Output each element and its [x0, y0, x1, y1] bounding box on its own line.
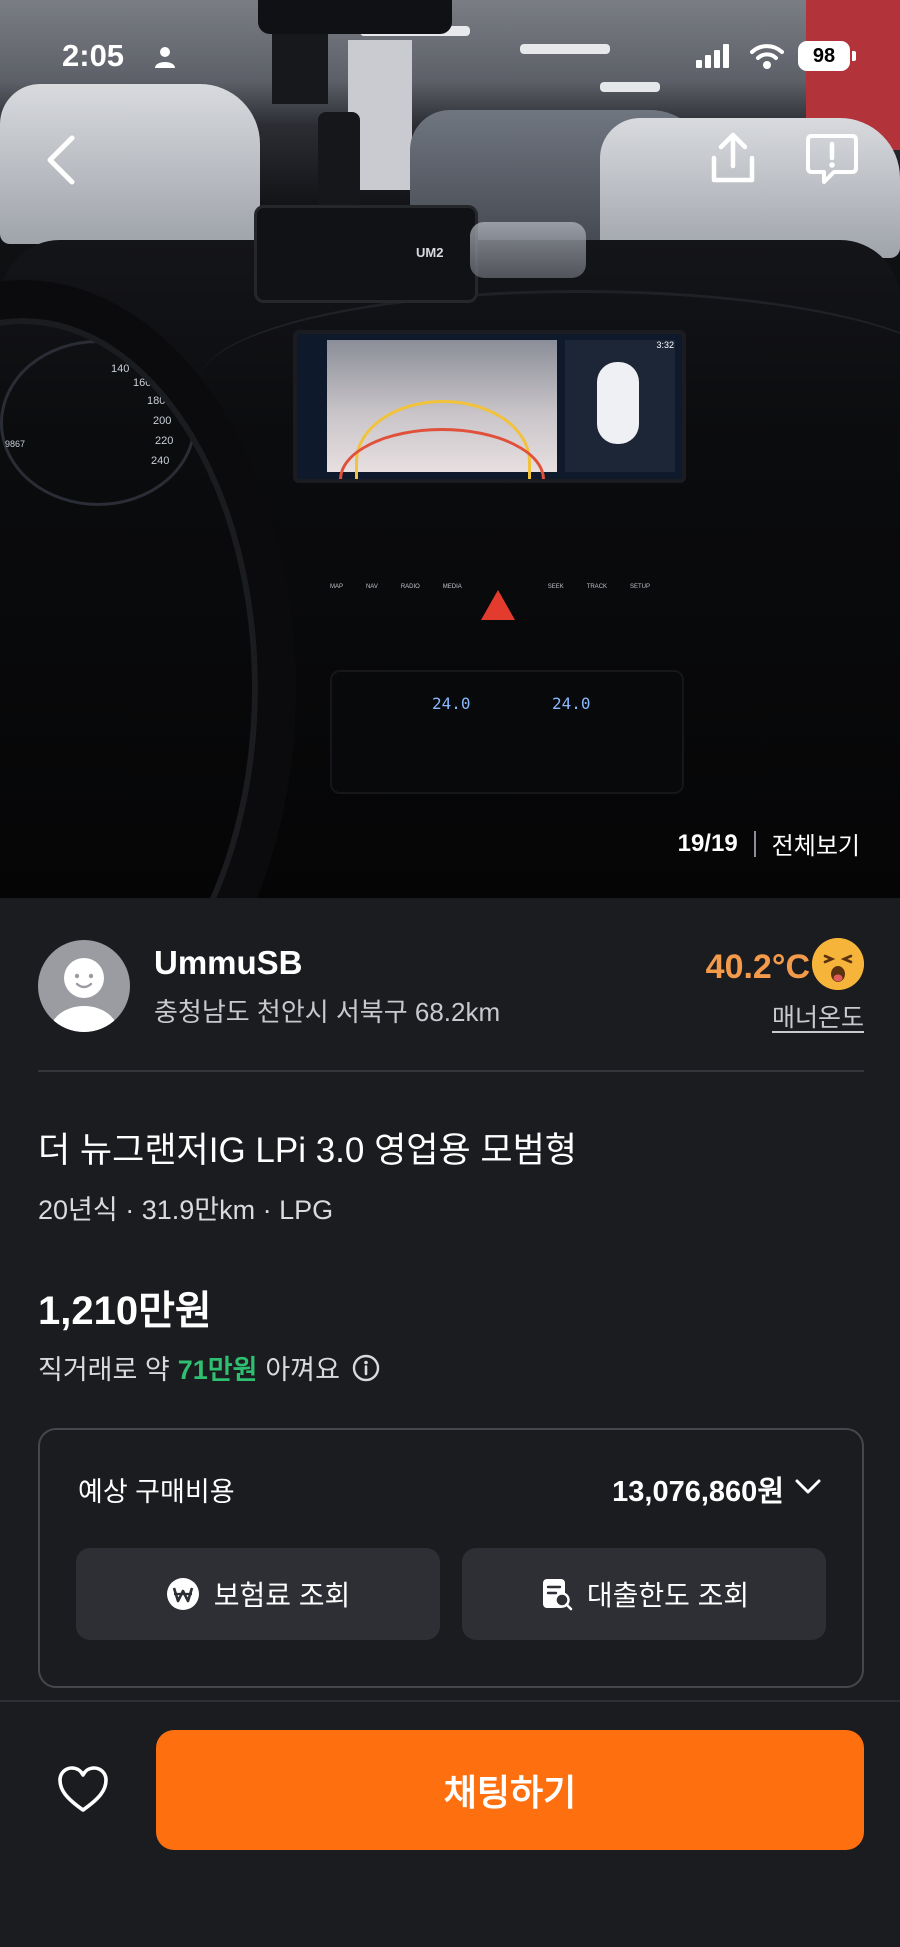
car-top-view	[597, 362, 639, 444]
report-icon[interactable]	[804, 130, 860, 186]
climate-temp-left: 24.0	[432, 694, 471, 713]
battery-indicator: 98	[798, 41, 850, 71]
control-label: MEDIA	[442, 584, 462, 590]
phone-label: UM2	[416, 245, 444, 260]
signal-icon	[696, 44, 729, 68]
seller-info[interactable]: UmmuSB 충청남도 천안시 서북구 68.2km 40.2°C 매너온도	[38, 938, 864, 1038]
wifi-icon	[750, 44, 784, 69]
direct-deal-saving: 직거래로 약 71만원 아껴요	[38, 1348, 380, 1387]
price-unit: 만원	[138, 1289, 212, 1333]
section-divider	[38, 1070, 864, 1072]
screen-time: 3:32	[656, 340, 674, 350]
info-icon[interactable]	[352, 1354, 380, 1382]
back-arrow-icon[interactable]	[40, 132, 84, 188]
chevron-down-icon[interactable]	[794, 1474, 822, 1498]
price-number: 1,210	[38, 1289, 139, 1333]
share-icon[interactable]	[708, 130, 758, 186]
hazard-button	[481, 590, 515, 620]
manner-temperature-link[interactable]: 매너온도	[772, 998, 864, 1034]
control-label: SETUP	[629, 584, 650, 590]
photo-counter[interactable]: 19/19 전체보기	[678, 826, 860, 861]
manner-temperature: 40.2°C	[705, 948, 810, 986]
listing-title: 더 뉴그랜저IG LPi 3.0 영업용 모범형	[38, 1131, 578, 1170]
climate-temp-right: 24.0	[552, 694, 591, 713]
saving-prefix: 직거래로 약	[38, 1355, 170, 1385]
listing-specs: 20년식 · 31.9만km · LPG	[38, 1195, 334, 1225]
climate-panel: 24.0 24.0	[330, 670, 684, 794]
document-search-icon	[542, 1579, 573, 1611]
seller-location: 충청남도 천안시 서북구 68.2km	[154, 997, 501, 1027]
expected-cost-label: 예상 구매비용	[78, 1477, 235, 1507]
battery-tip	[852, 51, 856, 61]
laughing-face-icon	[812, 938, 864, 990]
control-label: MAP	[330, 584, 344, 590]
heart-icon[interactable]	[56, 1764, 110, 1814]
listing-price: 1,210만원	[38, 1278, 212, 1336]
water-bottle	[470, 222, 586, 278]
insurance-quote-button[interactable]: 보험료 조회	[76, 1548, 440, 1640]
loan-limit-button[interactable]: 대출한도 조회	[462, 1548, 826, 1640]
expected-cost-card: 예상 구매비용 13,076,860원 보험료 조회 대출한도 조회	[38, 1428, 864, 1688]
listing-photo[interactable]: UM2 3:32 MAP NAV RADIO MEDIA SEEK TRACK …	[0, 0, 900, 898]
expected-cost-amount[interactable]: 13,076,860원	[612, 1468, 784, 1510]
avatar-icon	[50, 958, 118, 1032]
insurance-quote-label: 보험료 조회	[213, 1580, 351, 1611]
bottom-bar-divider	[0, 1700, 900, 1702]
won-coin-icon	[166, 1578, 199, 1610]
control-label: RADIO	[400, 584, 420, 590]
control-label: NAV	[365, 584, 378, 590]
counter-divider	[753, 830, 756, 857]
status-time: 2:05	[62, 38, 125, 73]
photo-index: 19/19	[677, 829, 738, 857]
chat-button[interactable]: 채팅하기	[156, 1730, 864, 1850]
rear-camera-view	[327, 340, 557, 479]
seller-name[interactable]: UmmuSB	[154, 944, 303, 982]
control-label: TRACK	[586, 584, 608, 590]
status-bar: 2:05 98	[0, 0, 900, 110]
infotainment-screen: 3:32	[293, 330, 686, 483]
phone-holder-arm	[318, 112, 360, 212]
seller-avatar[interactable]	[38, 940, 130, 1032]
phone-holder	[254, 205, 478, 303]
person-icon	[155, 47, 175, 68]
saving-amount: 71만원	[177, 1355, 258, 1385]
loan-limit-label: 대출한도 조회	[586, 1580, 750, 1611]
view-all-link[interactable]: 전체보기	[772, 826, 860, 861]
saving-suffix: 아껴요	[265, 1355, 340, 1385]
control-label: SEEK	[547, 584, 564, 590]
